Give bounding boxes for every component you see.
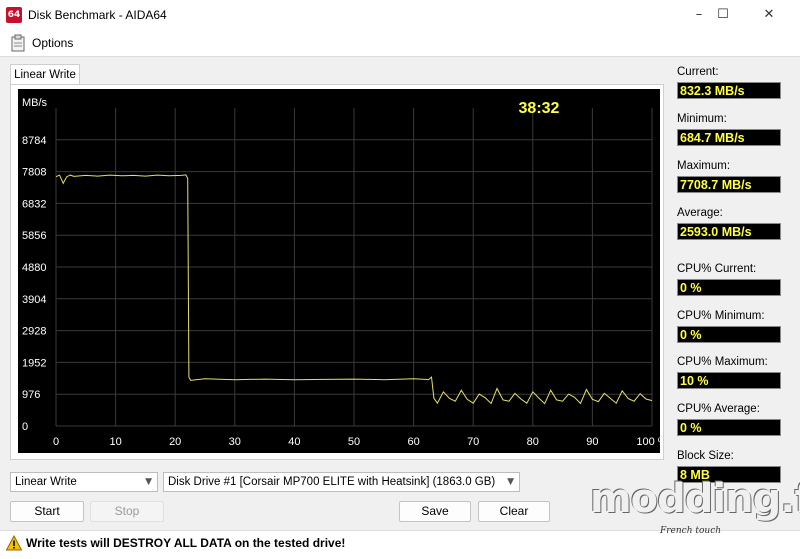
x-tick-label: 60 [407,436,419,448]
x-tick-label: 50 [348,436,360,448]
stop-button[interactable]: Stop [90,501,164,522]
average-value: 2593.0 MB/s [677,223,781,240]
y-tick-label: 1952 [22,357,46,369]
y-tick-label: 0 [22,421,28,433]
maximum-value: 7708.7 MB/s [677,176,781,193]
x-tick-label: 90 [586,436,598,448]
test-type-value: Linear Write [15,476,77,488]
block-size-label: Block Size: [677,450,734,462]
y-axis-unit-label: MB/s [22,97,48,109]
current-value: 832.3 MB/s [677,82,781,99]
plot-background [18,89,660,453]
close-button[interactable]: ✕ [746,0,792,30]
y-tick-label: 976 [22,389,40,401]
cpu-minimum-value: 0 % [677,326,781,343]
start-button[interactable]: Start [10,501,84,522]
x-tick-label: 100 % [636,436,660,448]
drive-select-value: Disk Drive #1 [Corsair MP700 ELITE with … [168,476,496,488]
x-tick-label: 10 [109,436,121,448]
save-button[interactable]: Save [399,501,471,522]
cpu-average-label: CPU% Average: [677,403,760,415]
window-title: Disk Benchmark - AIDA64 [28,8,167,22]
chevron-down-icon: ▼ [145,477,152,487]
warning-message: Write tests will DESTROY ALL DATA on the… [26,536,346,550]
maximum-label: Maximum: [677,160,731,172]
elapsed-timer: 38:32 [519,100,560,117]
tab-linear-write[interactable]: Linear Write [10,64,80,85]
x-tick-label: 30 [229,436,241,448]
test-type-select[interactable]: Linear Write ▼ [10,472,158,492]
cpu-average-value: 0 % [677,419,781,436]
block-size-value: 8 MB [677,466,781,483]
y-tick-label: 3904 [22,294,46,306]
average-label: Average: [677,207,723,219]
y-tick-label: 5856 [22,230,46,242]
y-tick-label: 6832 [22,198,46,210]
x-tick-label: 70 [467,436,479,448]
aida64-app-icon: 64 [6,7,22,23]
minimum-value: 684.7 MB/s [677,129,781,146]
y-tick-label: 4880 [22,262,46,274]
minimum-label: Minimum: [677,113,727,125]
cpu-maximum-value: 10 % [677,372,781,389]
title-bar[interactable]: 64 Disk Benchmark - AIDA64 – ☐ ✕ [0,0,800,30]
cpu-current-label: CPU% Current: [677,263,757,275]
x-tick-label: 40 [288,436,300,448]
cpu-current-value: 0 % [677,279,781,296]
app-window: 64 Disk Benchmark - AIDA64 – ☐ ✕ Options… [0,0,800,559]
x-tick-label: 20 [169,436,181,448]
drive-select[interactable]: Disk Drive #1 [Corsair MP700 ELITE with … [163,472,520,492]
cpu-minimum-label: CPU% Minimum: [677,310,765,322]
cpu-maximum-label: CPU% Maximum: [677,356,768,368]
y-tick-label: 2928 [22,326,46,338]
clear-button[interactable]: Clear [478,501,550,522]
options-menu[interactable]: Options [32,36,73,50]
menu-bar [0,30,800,57]
current-label: Current: [677,66,719,78]
x-tick-label: 0 [53,436,59,448]
y-tick-label: 8784 [22,135,46,147]
benchmark-chart: 0 976 1952 2928 3904 4880 5856 6832 7808 8784 0 10 2… [18,89,660,453]
maximize-button[interactable]: ☐ [700,0,746,30]
options-icon[interactable] [10,34,26,52]
chevron-down-icon: ▼ [507,477,514,487]
x-tick-label: 80 [527,436,539,448]
warning-icon [6,535,22,551]
y-tick-label: 7808 [22,167,46,179]
